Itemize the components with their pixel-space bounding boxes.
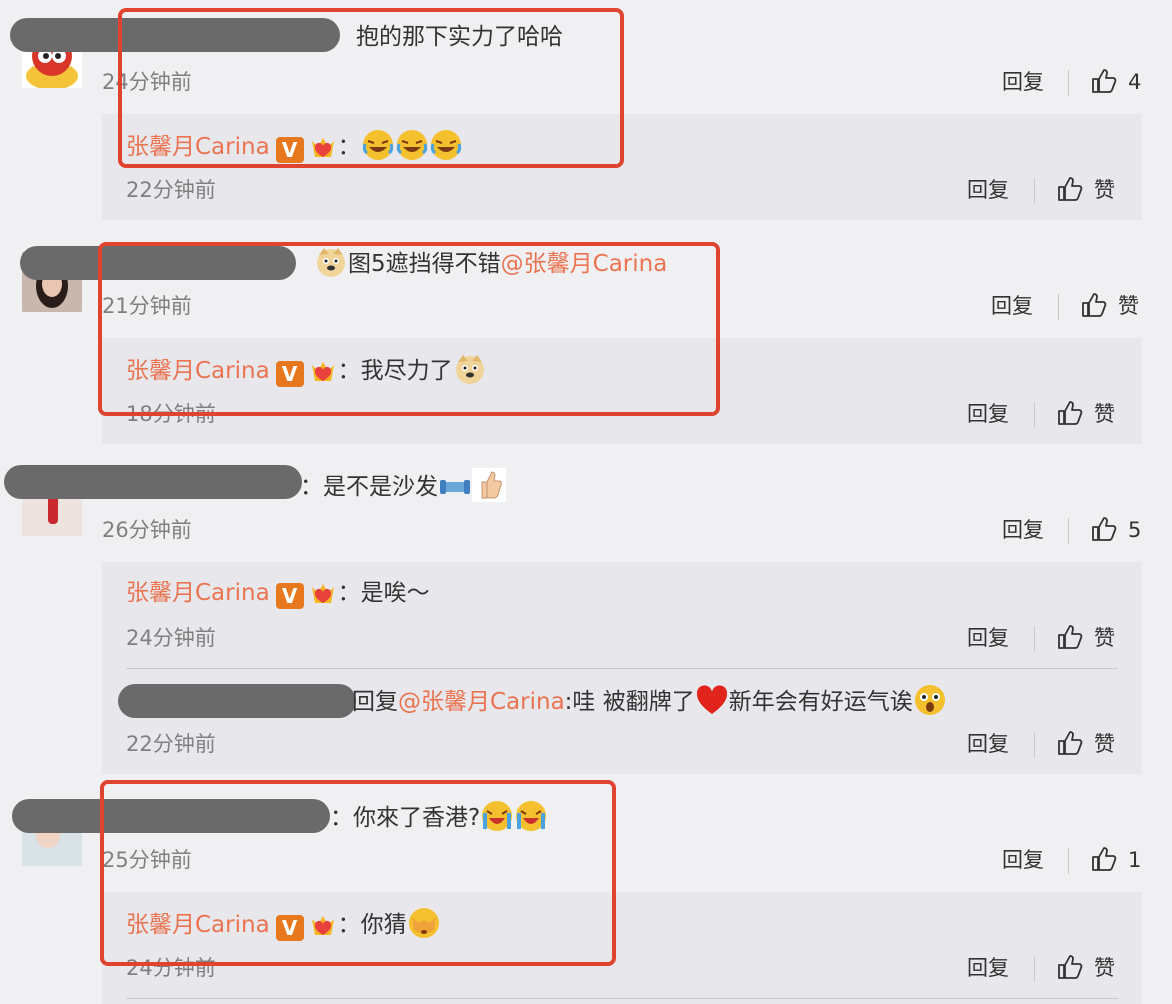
reply-button[interactable]: 回复 — [991, 292, 1033, 320]
action-separator — [1034, 178, 1035, 204]
reply-button[interactable]: 回复 — [1002, 68, 1044, 96]
shocked-emoji-icon — [914, 685, 945, 715]
reply-line: 回复@张馨月Carina:哇 被翻牌了 新年会有好运气诶 — [352, 683, 947, 719]
like-icon[interactable] — [1056, 399, 1084, 427]
heart-icon — [696, 685, 727, 714]
action-separator — [1068, 518, 1069, 544]
reply-button[interactable]: 回复 — [967, 730, 1009, 758]
like-icon[interactable] — [1090, 67, 1118, 95]
action-separator — [1034, 732, 1035, 758]
reply-button[interactable]: 回复 — [967, 624, 1009, 652]
reply-time: 22分钟前 — [126, 178, 216, 202]
like-icon[interactable] — [1090, 845, 1118, 873]
reply-button[interactable]: 回复 — [1002, 516, 1044, 544]
like-icon[interactable] — [1056, 623, 1084, 651]
action-separator — [1068, 848, 1069, 874]
like-button[interactable]: 赞 — [1094, 954, 1115, 982]
action-separator — [1058, 294, 1059, 320]
like-count[interactable]: 5 — [1128, 516, 1141, 544]
like-button[interactable]: 赞 — [1118, 292, 1139, 320]
action-separator — [1034, 956, 1035, 982]
like-icon[interactable] — [1056, 175, 1084, 203]
redacted-username — [4, 465, 302, 499]
like-button[interactable]: 赞 — [1094, 730, 1115, 758]
redacted-username — [118, 684, 356, 718]
reply-button[interactable]: 回复 — [967, 954, 1009, 982]
mention-link[interactable]: @张馨月Carina — [398, 689, 565, 715]
reply-button[interactable]: 回复 — [967, 176, 1009, 204]
reply-divider — [126, 668, 1118, 669]
action-separator — [1034, 626, 1035, 652]
like-count[interactable]: 4 — [1128, 68, 1141, 96]
like-icon[interactable] — [1056, 729, 1084, 757]
like-count[interactable]: 1 — [1128, 846, 1141, 874]
highlight-box — [118, 8, 624, 168]
like-icon[interactable] — [1056, 953, 1084, 981]
verified-v-icon: V — [275, 583, 304, 609]
reply-button[interactable]: 回复 — [1002, 846, 1044, 874]
reply-author[interactable]: 张馨月Carina — [126, 580, 270, 606]
crown-heart-icon — [311, 584, 334, 603]
action-separator — [1068, 70, 1069, 96]
highlight-box — [100, 780, 616, 966]
highlight-box — [98, 242, 720, 416]
like-icon[interactable] — [1090, 515, 1118, 543]
comment-time: 26分钟前 — [102, 518, 192, 542]
comment-text: ：是不是沙发 — [300, 468, 506, 504]
sofa-icon — [440, 480, 470, 494]
reply-button[interactable]: 回复 — [967, 400, 1009, 428]
action-separator — [1034, 402, 1035, 428]
like-button[interactable]: 赞 — [1094, 624, 1115, 652]
reply-line: 张馨月Carina V ：是唉～ — [126, 576, 430, 610]
reply-time: 22分钟前 — [126, 732, 216, 756]
like-button[interactable]: 赞 — [1094, 176, 1115, 204]
reply-time: 24分钟前 — [126, 626, 216, 650]
like-button[interactable]: 赞 — [1094, 400, 1115, 428]
reply-divider — [126, 998, 1118, 999]
like-icon[interactable] — [1080, 291, 1108, 319]
thumbs-up-emoji-icon — [472, 468, 506, 502]
